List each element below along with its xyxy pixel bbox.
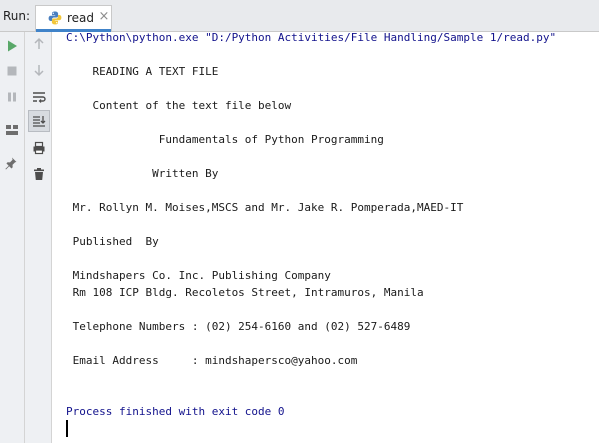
run-toolbar-left xyxy=(0,32,25,443)
run-label: Run: xyxy=(3,9,31,23)
previous-occurrence-button[interactable] xyxy=(30,35,48,53)
text-caret xyxy=(66,420,68,437)
pause-button[interactable] xyxy=(3,88,21,106)
run-toolbar-right xyxy=(25,32,52,443)
soft-wrap-button[interactable] xyxy=(30,88,48,106)
scroll-to-end-icon xyxy=(33,116,46,127)
tab-read[interactable]: read × xyxy=(35,5,112,32)
rerun-button[interactable] xyxy=(3,37,21,55)
pin-icon xyxy=(5,157,17,170)
clear-all-button[interactable] xyxy=(30,165,48,183)
command-line: C:\Python\python.exe "D:/Python Activiti… xyxy=(66,31,557,44)
console-line: Content of the text file below xyxy=(66,99,292,112)
next-occurrence-button[interactable] xyxy=(30,61,48,79)
tab-label: read xyxy=(67,11,95,25)
console-line: Written By xyxy=(66,167,219,180)
console-line: Telephone Numbers : (02) 254-6160 and (0… xyxy=(66,320,411,333)
layout-button[interactable] xyxy=(3,121,21,139)
run-tool-window-header: Run: read × xyxy=(0,0,599,32)
soft-wrap-icon xyxy=(33,92,46,103)
python-file-icon xyxy=(48,11,62,25)
arrow-up-icon xyxy=(34,37,44,49)
console-line: Mindshapers Co. Inc. Publishing Company xyxy=(66,269,331,282)
play-icon xyxy=(8,40,17,52)
pin-button[interactable] xyxy=(2,154,20,172)
console-line: Rm 108 ICP Bldg. Recoletos Street, Intra… xyxy=(66,286,424,299)
close-icon[interactable]: × xyxy=(98,10,110,24)
console-line: Email Address : mindshapersco@yahoo.com xyxy=(66,354,358,367)
print-button[interactable] xyxy=(30,139,48,157)
console-line: Published By xyxy=(66,235,159,248)
pause-icon xyxy=(8,92,16,102)
stop-button[interactable] xyxy=(3,62,21,80)
console-output[interactable]: C:\Python\python.exe "D:/Python Activiti… xyxy=(53,31,599,443)
trash-icon xyxy=(34,168,44,180)
console-line: Mr. Rollyn M. Moises,MSCS and Mr. Jake R… xyxy=(66,201,464,214)
print-icon xyxy=(33,141,45,155)
stop-icon xyxy=(7,66,17,76)
arrow-down-icon xyxy=(34,65,44,77)
layout-icon xyxy=(6,125,18,135)
scroll-to-end-button[interactable] xyxy=(28,110,50,132)
console-line: Fundamentals of Python Programming xyxy=(66,133,384,146)
console-line: READING A TEXT FILE xyxy=(66,65,219,78)
exit-message: Process finished with exit code 0 xyxy=(66,405,285,418)
